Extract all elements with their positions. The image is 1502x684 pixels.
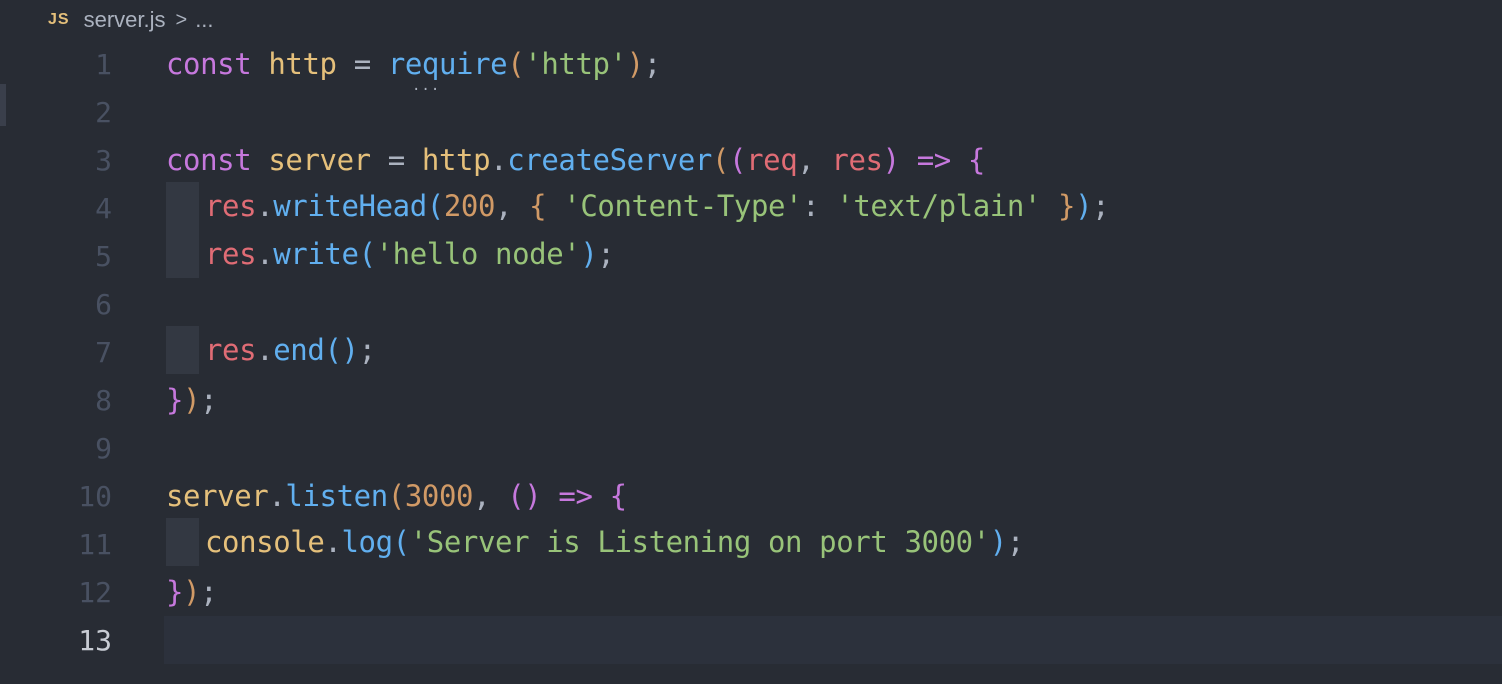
line-number: 2 <box>95 95 112 129</box>
breadcrumb: JS server.js > ... <box>0 0 1502 40</box>
line-code: }); <box>166 383 218 417</box>
line-number: 13 <box>78 623 112 657</box>
code-editor[interactable]: JS server.js > ... 1 const http = requir… <box>0 0 1502 684</box>
line-number: 6 <box>95 287 112 321</box>
line-number: 3 <box>95 143 112 177</box>
indent-guide <box>166 230 199 278</box>
code-area[interactable]: 1 const http = require('http'); ... 2 3 … <box>0 40 1502 684</box>
code-line[interactable]: 2 <box>0 88 1502 136</box>
chevron-right-icon: > <box>175 8 188 31</box>
line-code: server.listen(3000, () => { <box>166 479 627 513</box>
line-code: res.writeHead(200, { 'Content-Type': 'te… <box>166 182 1110 232</box>
code-line[interactable]: 7 res.end(); <box>0 326 1502 376</box>
code-line[interactable]: 1 const http = require('http'); ... <box>0 40 1502 94</box>
line-code: const server = http.createServer((req, r… <box>166 143 985 177</box>
breadcrumb-more[interactable]: ... <box>195 7 213 33</box>
code-line[interactable]: 9 <box>0 424 1502 472</box>
line-number: 10 <box>78 479 112 513</box>
indent-guide <box>166 182 199 230</box>
line-number: 9 <box>95 431 112 465</box>
code-line[interactable]: 3 const server = http.createServer((req,… <box>0 136 1502 184</box>
line-code: res.write('hello node'); <box>166 230 615 280</box>
line-number: 5 <box>95 239 112 273</box>
line-code: console.log('Server is Listening on port… <box>166 518 1024 568</box>
code-line[interactable]: 6 <box>0 280 1502 328</box>
line-number: 12 <box>78 575 112 609</box>
line-number: 1 <box>95 47 112 81</box>
line-number: 7 <box>95 335 112 369</box>
javascript-file-icon: JS <box>48 11 70 28</box>
line-number: 11 <box>78 527 112 561</box>
indent-guide <box>166 326 199 374</box>
code-line[interactable]: 10 server.listen(3000, () => { <box>0 472 1502 520</box>
breadcrumb-file-name[interactable]: server.js <box>84 7 166 33</box>
current-line-highlight <box>164 616 1502 664</box>
code-line[interactable]: 8 }); <box>0 376 1502 424</box>
line-code: const http = require('http'); <box>166 47 661 81</box>
code-line[interactable]: 4 res.writeHead(200, { 'Content-Type': '… <box>0 182 1502 232</box>
indent-guide <box>166 518 199 566</box>
line-number: 8 <box>95 383 112 417</box>
code-line[interactable]: 12 }); <box>0 568 1502 616</box>
line-number: 4 <box>95 191 112 225</box>
code-line[interactable]: 5 res.write('hello node'); <box>0 230 1502 280</box>
code-line[interactable]: 11 console.log('Server is Listening on p… <box>0 518 1502 568</box>
line-code: res.end(); <box>166 326 376 376</box>
code-line-current[interactable]: 13 <box>0 616 1502 664</box>
line-code: }); <box>166 575 218 609</box>
